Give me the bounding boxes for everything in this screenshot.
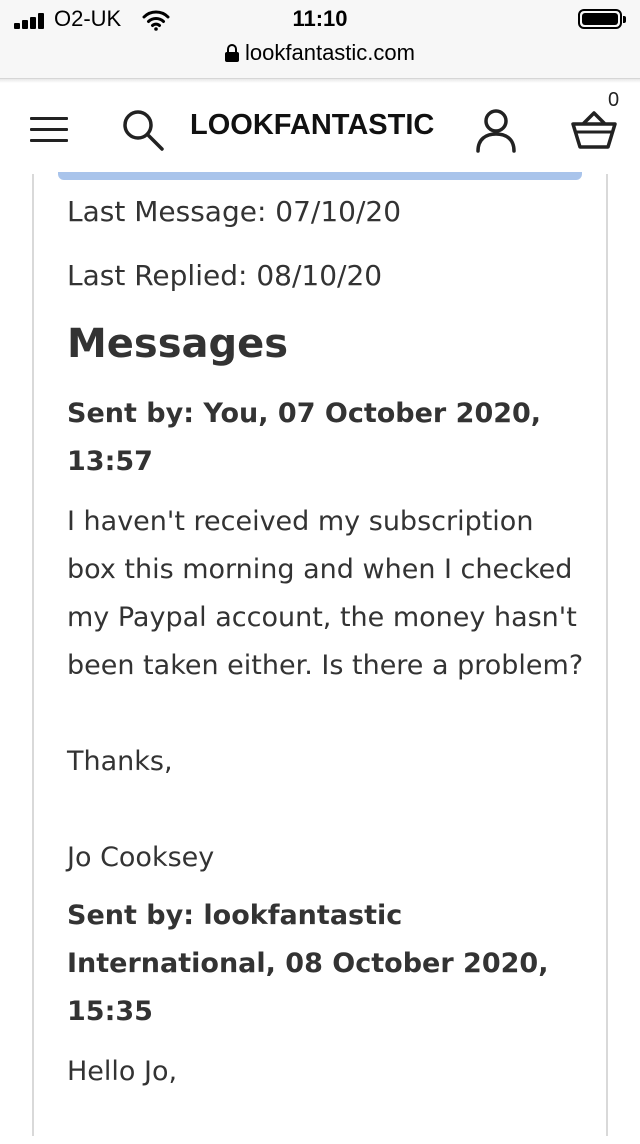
url-text: lookfantastic.com xyxy=(245,40,415,65)
message-item: Sent by: You, 07 October 2020, 13:57 I h… xyxy=(67,390,587,882)
site-header: LOOKFANTASTIC 0 xyxy=(0,79,640,174)
battery-icon xyxy=(578,9,626,29)
last-message-date: Last Message: 07/10/20 xyxy=(67,195,402,228)
address-bar[interactable]: lookfantastic.com xyxy=(0,40,640,66)
lock-icon xyxy=(225,44,240,62)
clock: 11:10 xyxy=(292,6,348,31)
messages-heading: Messages xyxy=(67,321,289,367)
panel-accent-bar xyxy=(58,172,582,180)
site-logo[interactable]: LOOKFANTASTIC xyxy=(190,109,434,142)
message-body: I haven't received my subscription box t… xyxy=(67,506,584,681)
basket-icon[interactable] xyxy=(568,107,620,155)
message-item: Sent by: lookfantastic International, 08… xyxy=(67,892,587,1096)
message-thread: Last Message: 07/10/20 Last Replied: 08/… xyxy=(67,190,587,1144)
message-body: Thanks, xyxy=(67,746,173,777)
message-sender: Sent by: lookfantastic International, 08… xyxy=(67,900,549,1027)
menu-icon[interactable] xyxy=(30,117,68,143)
search-icon[interactable] xyxy=(120,107,168,155)
message-sender: Sent by: You, 07 October 2020, 13:57 xyxy=(67,398,542,477)
message-signature: Jo Cooksey xyxy=(67,842,215,873)
last-replied-date: Last Replied: 08/10/20 xyxy=(67,259,383,292)
message-body: Hello Jo, xyxy=(67,1056,178,1087)
status-bar: O2-UK 11:10 lookfantastic.com xyxy=(0,0,640,79)
account-icon[interactable] xyxy=(474,107,518,155)
basket-count: 0 xyxy=(608,89,620,111)
header-shadow xyxy=(0,79,640,83)
